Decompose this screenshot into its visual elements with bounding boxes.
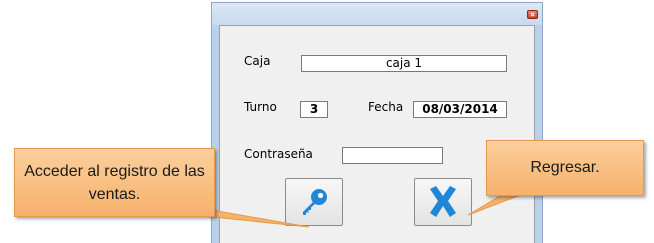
login-dialog: Caja caja 1 Turno 3 Fecha 08/03/2014 Con…: [211, 2, 543, 243]
access-button[interactable]: [285, 178, 343, 226]
access-callout: Acceder al registro de las ventas.: [14, 148, 215, 217]
screenshot-stage: Caja caja 1 Turno 3 Fecha 08/03/2014 Con…: [0, 0, 654, 243]
back-button[interactable]: [414, 178, 472, 226]
caja-label: Caja: [244, 54, 271, 68]
dialog-titlebar: [212, 3, 542, 25]
caja-field[interactable]: caja 1: [301, 55, 507, 72]
dialog-client-area: Caja caja 1 Turno 3 Fecha 08/03/2014 Con…: [219, 25, 535, 243]
back-callout-text: Regresar.: [530, 159, 600, 176]
fecha-label: Fecha: [368, 100, 404, 114]
key-icon: [303, 189, 327, 215]
back-callout: Regresar.: [486, 140, 644, 196]
x-icon: [430, 186, 456, 217]
turno-label: Turno: [244, 100, 277, 114]
close-icon[interactable]: [527, 10, 538, 19]
contrasena-label: Contraseña: [244, 147, 313, 161]
fecha-field[interactable]: 08/03/2014: [413, 101, 507, 118]
turno-field[interactable]: 3: [300, 101, 328, 118]
access-callout-text: Acceder al registro de las ventas.: [24, 163, 205, 203]
password-field[interactable]: [342, 147, 443, 164]
